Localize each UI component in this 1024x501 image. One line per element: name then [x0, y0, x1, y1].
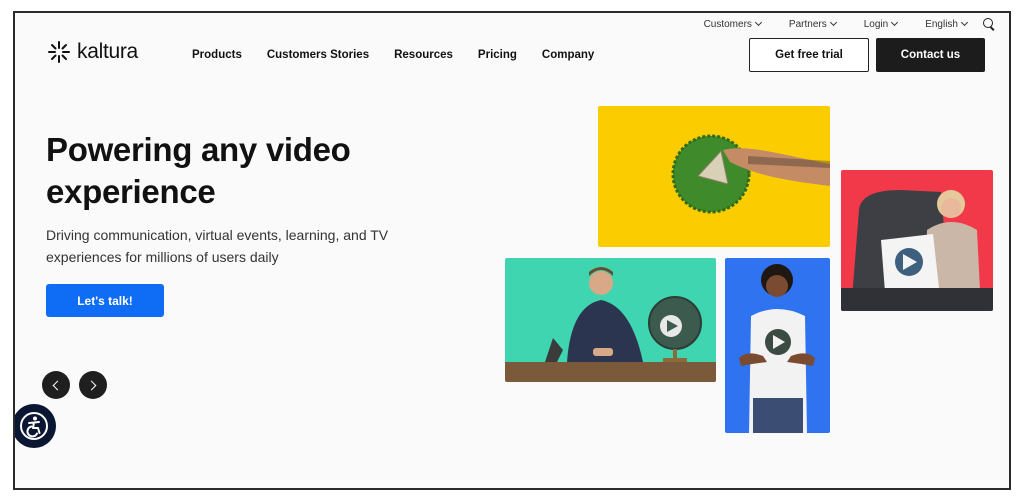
hero-title-line: experience [46, 173, 216, 210]
chevron-right-icon [86, 380, 97, 390]
hero-subtitle-line: experiences for millions of users daily [46, 249, 279, 265]
brand-name: kaltura [77, 40, 138, 63]
main-nav: Products Customers Stories Resources Pri… [192, 49, 619, 61]
lounge-illustration [841, 190, 993, 311]
chevron-down-icon [754, 18, 762, 27]
hero-subtitle-line: Driving communication, virtual events, l… [46, 227, 389, 243]
presenter-illustration [505, 267, 716, 382]
nav-item-pricing[interactable]: Pricing [478, 49, 517, 61]
nav-item-resources[interactable]: Resources [394, 49, 453, 61]
utility-item-customers[interactable]: Customers [703, 18, 762, 30]
chevron-down-icon [829, 18, 837, 27]
carousel-next-button[interactable] [79, 371, 107, 399]
nav-item-customers-stories[interactable]: Customers Stories [267, 49, 369, 61]
utility-item-login[interactable]: Login [863, 18, 899, 30]
painting-illustration [671, 134, 830, 214]
language-selector[interactable]: English [925, 18, 969, 30]
accessibility-button[interactable] [15, 404, 56, 448]
utility-item-label: Login [863, 18, 889, 30]
nav-item-products[interactable]: Products [192, 49, 242, 61]
media-tile-lounge [841, 170, 993, 311]
nav-item-company[interactable]: Company [542, 49, 594, 61]
chevron-down-icon [960, 18, 969, 27]
hero-title: Powering any video experience [46, 129, 466, 213]
utility-item-label: Customers [703, 18, 752, 30]
chevron-left-icon [52, 380, 63, 390]
utility-item-label: Partners [788, 18, 827, 30]
hero-subtitle: Driving communication, virtual events, l… [46, 224, 426, 268]
utility-item-partners[interactable]: Partners [788, 18, 837, 30]
carousel-prev-button[interactable] [42, 371, 70, 399]
browser-viewport: Customers Partners Login English kaltura… [13, 11, 1011, 490]
chevron-down-icon [891, 18, 899, 27]
utility-nav: Customers Partners Login English [676, 15, 995, 33]
hero-title-line: Powering any video [46, 131, 351, 168]
signer-illustration [739, 264, 815, 433]
media-tile-signer [725, 258, 830, 433]
search-icon[interactable] [983, 18, 995, 30]
contact-us-button[interactable]: Contact us [876, 38, 985, 72]
lets-talk-button[interactable]: Let's talk! [46, 284, 164, 317]
get-free-trial-button[interactable]: Get free trial [749, 38, 869, 72]
accessibility-icon [20, 412, 48, 440]
media-tile-presenter [505, 258, 716, 382]
language-label: English [925, 18, 958, 30]
kaltura-asterisk-logo [48, 41, 70, 63]
media-tile-painting [598, 106, 830, 247]
brand-logo[interactable]: kaltura [47, 40, 138, 64]
